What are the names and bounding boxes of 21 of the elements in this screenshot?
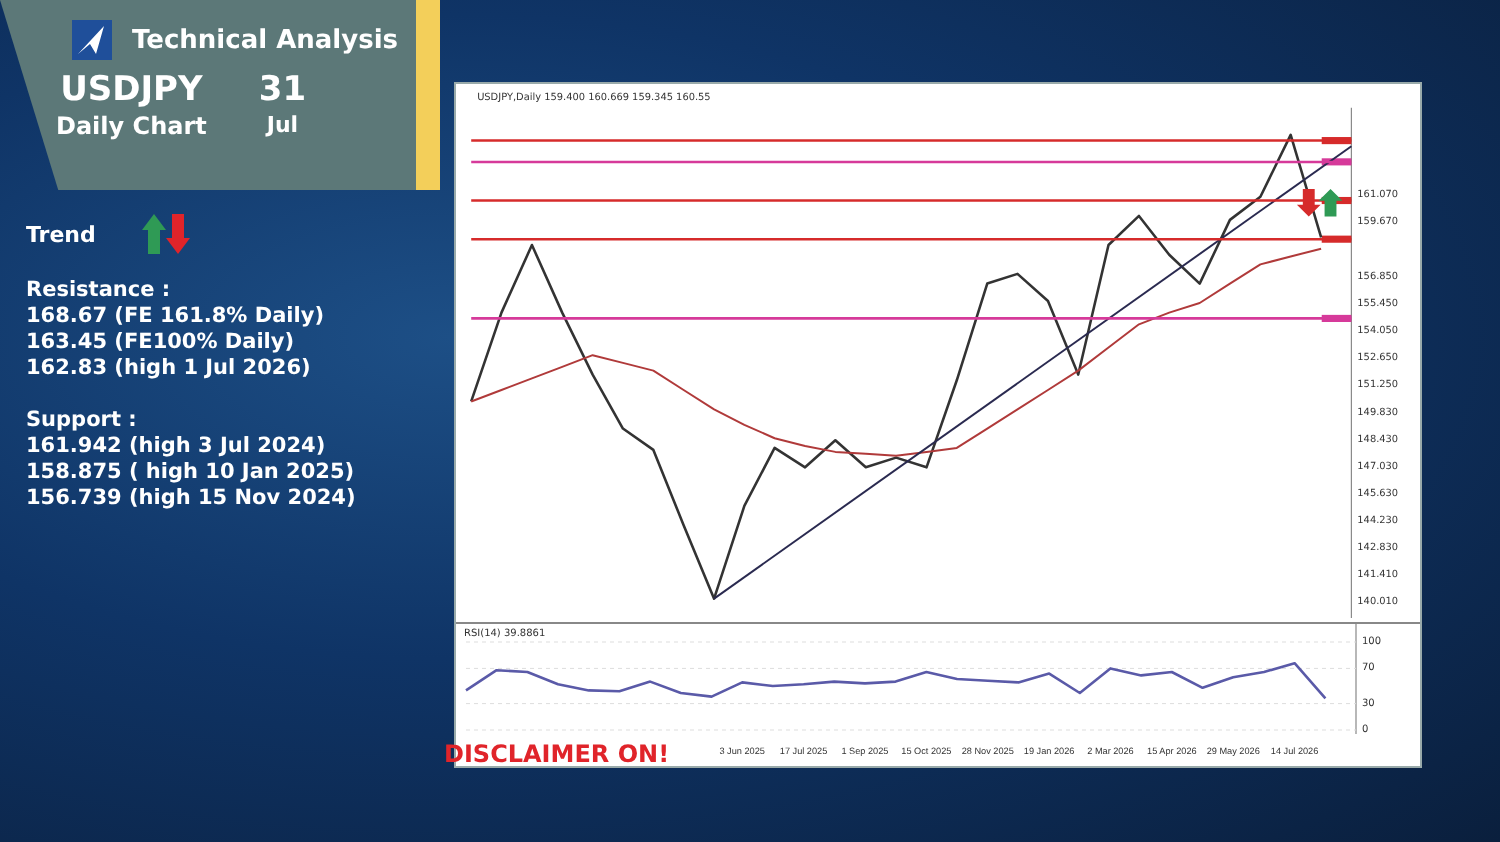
resistance-level: 168.67 (FE 161.8% Daily) [26,304,327,330]
resistance-heading: Resistance : [26,278,173,304]
symbol-label: USDJPY [60,72,203,112]
header-title: Technical Analysis [132,25,399,55]
price-tag [1321,314,1352,322]
support-level: 161.942 (high 3 Jul 2024) [26,434,328,460]
timeframe-label: Daily Chart [56,111,207,140]
resistance-level: 163.45 (FE100% Daily) [26,330,297,356]
trend-arrows-icon [139,214,192,254]
support-level: 158.875 ( high 10 Jan 2025) [26,460,357,486]
price-tag [1321,137,1352,145]
date-day: 31 [258,72,307,112]
logo-icon [72,20,112,60]
support-heading: Support : [26,408,139,434]
date-month: Jul [266,111,299,138]
trend-label: Trend [26,221,96,247]
price-tag [1321,158,1352,166]
resistance-level: 162.83 (high 1 Jul 2026) [26,356,313,382]
trend-arrows-icon [1296,188,1343,217]
price-tag [1321,235,1352,243]
support-level: 156.739 (high 15 Nov 2024) [26,486,358,512]
